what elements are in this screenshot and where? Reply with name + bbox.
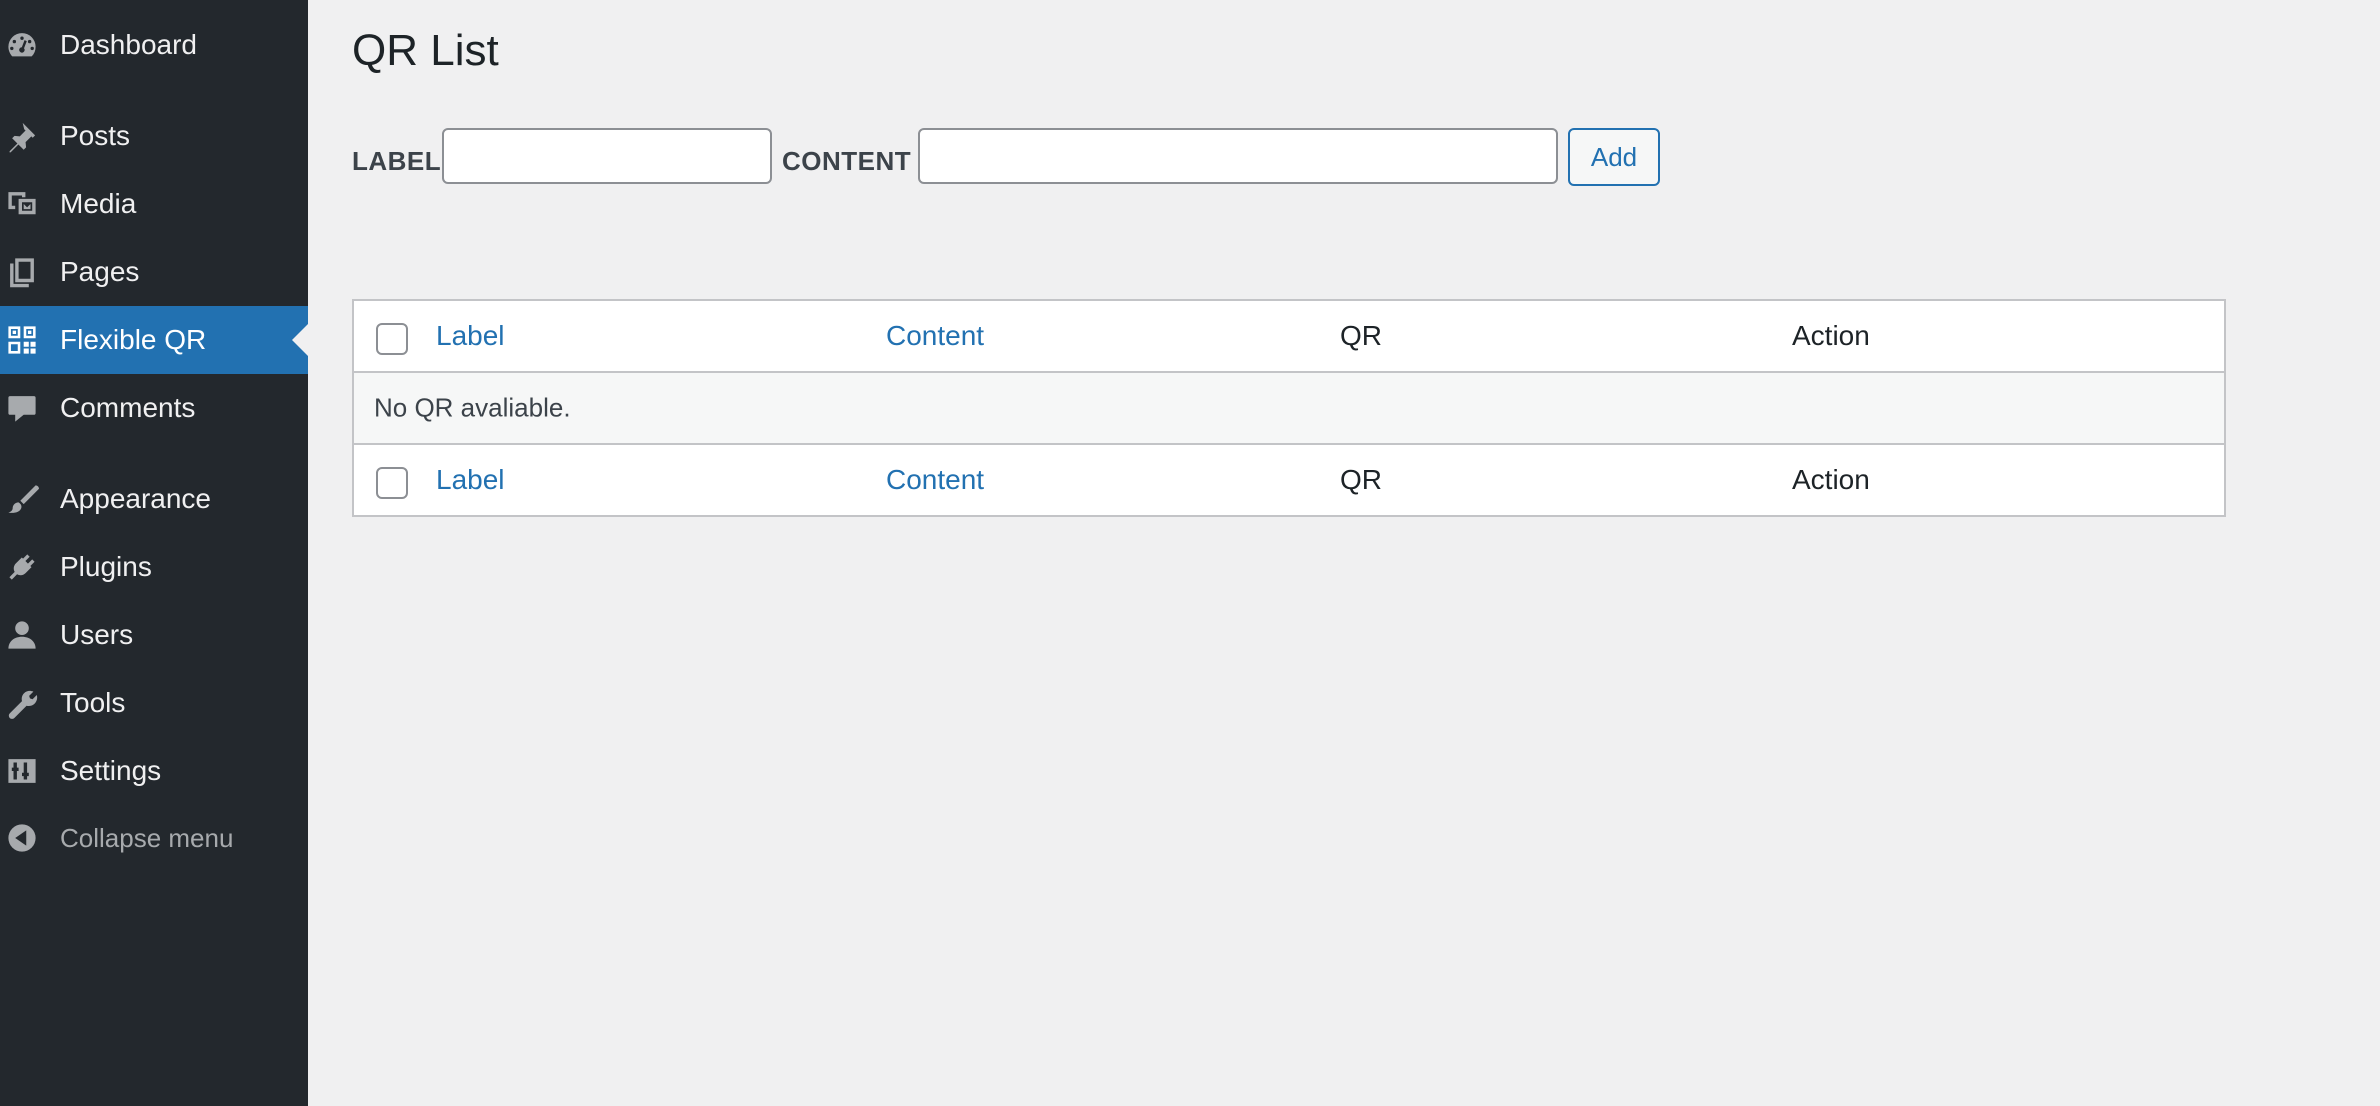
menu-item-appearance[interactable]: Appearance	[0, 465, 308, 533]
active-indicator	[292, 324, 308, 356]
menu-item-users[interactable]: Users	[0, 601, 308, 669]
menu-label: Appearance	[60, 483, 212, 514]
empty-row: No QR avaliable.	[354, 373, 2224, 443]
column-header-qr: QR	[1340, 320, 1382, 351]
column-footer-content[interactable]: Content	[886, 464, 984, 496]
menu-item-plugins[interactable]: Plugins	[0, 533, 308, 601]
column-footer-qr: QR	[1340, 464, 1382, 495]
menu-item-comments[interactable]: Comments	[0, 374, 308, 442]
menu-item-posts[interactable]: Posts	[0, 102, 308, 170]
comment-icon	[4, 390, 40, 426]
menu-item-tools[interactable]: Tools	[0, 669, 308, 737]
label-input[interactable]	[442, 128, 772, 184]
add-button[interactable]: Add	[1568, 128, 1660, 186]
plug-icon	[4, 549, 40, 585]
collapse-arrow-icon	[4, 820, 40, 856]
menu-item-flexible-qr[interactable]: Flexible QR	[0, 306, 308, 374]
pages-icon	[4, 254, 40, 290]
menu-label: Media	[60, 188, 137, 219]
pin-icon	[4, 118, 40, 154]
select-all-checkbox-footer[interactable]	[376, 467, 408, 499]
menu-item-dashboard[interactable]: Dashboard	[0, 11, 308, 79]
menu-label: Dashboard	[60, 29, 197, 60]
menu-label: Posts	[60, 120, 131, 151]
user-icon	[4, 617, 40, 653]
content-input[interactable]	[918, 128, 1558, 184]
menu-label: Settings	[60, 755, 162, 786]
qr-table: Label Content QR Action No QR avaliable.…	[352, 299, 2226, 517]
dashboard-icon	[4, 27, 40, 63]
menu-label: Flexible QR	[60, 324, 207, 355]
paintbrush-icon	[4, 481, 40, 517]
column-footer-label[interactable]: Label	[436, 464, 505, 496]
main-content: QR List LABEL CONTENT Add Label Content …	[352, 0, 2380, 1106]
menu-label: Tools	[60, 687, 126, 718]
wrench-icon	[4, 685, 40, 721]
menu-label: Collapse menu	[60, 822, 234, 853]
menu-item-media[interactable]: Media	[0, 170, 308, 238]
menu-label: Pages	[60, 256, 140, 287]
empty-message: No QR avaliable.	[374, 392, 571, 423]
table-header-row: Label Content QR Action	[354, 301, 2224, 373]
menu-item-pages[interactable]: Pages	[0, 238, 308, 306]
column-header-content[interactable]: Content	[886, 320, 984, 352]
menu-item-settings[interactable]: Settings	[0, 737, 308, 805]
menu-label: Plugins	[60, 551, 152, 582]
media-icon	[4, 186, 40, 222]
admin-sidebar: Dashboard Posts Media Pages Flexible QR …	[0, 0, 308, 1106]
label-field-label: LABEL	[352, 146, 442, 176]
column-footer-action: Action	[1792, 464, 1870, 495]
table-footer-row: Label Content QR Action	[354, 443, 2224, 515]
column-header-action: Action	[1792, 320, 1870, 351]
page-title: QR List	[352, 26, 499, 75]
settings-sliders-icon	[4, 753, 40, 789]
content-field-label: CONTENT	[782, 146, 912, 176]
collapse-menu-button[interactable]: Collapse menu	[0, 804, 308, 872]
menu-label: Users	[60, 619, 134, 650]
menu-label: Comments	[60, 392, 196, 423]
column-header-label[interactable]: Label	[436, 320, 505, 352]
qr-code-icon	[4, 322, 40, 358]
select-all-checkbox[interactable]	[376, 323, 408, 355]
